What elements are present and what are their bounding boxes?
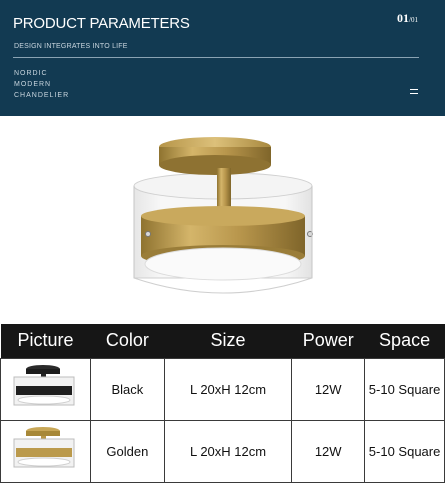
column-header-picture: Picture — [0, 324, 91, 358]
tag-modern: MODERN — [14, 81, 52, 88]
picture-cell — [0, 357, 91, 421]
picture-cell — [0, 419, 91, 483]
page-number: 01 — [397, 11, 409, 25]
menu-icon[interactable] — [410, 89, 418, 94]
color-cell: Black — [89, 357, 165, 421]
column-header-color: Color — [90, 324, 165, 358]
tag-nordic: NORDIC — [14, 70, 48, 77]
page-total: /01 — [409, 16, 418, 24]
power-cell: 12W — [291, 357, 366, 421]
specs-table: Picture Color Size Power Space Black L 2… — [0, 324, 445, 483]
color-cell: Golden — [89, 419, 165, 483]
page-subtitle: DESIGN INTEGRATES INTO LIFE — [14, 43, 128, 50]
parameters-header: PRODUCT PARAMETERS DESIGN INTEGRATES INT… — [0, 0, 445, 116]
black-lamp-thumbnail — [13, 364, 75, 405]
table-row: Golden L 20xH 12cm 12W 5-10 Square — [0, 419, 445, 483]
style-tags: NORDIC MODERN CHANDELIER — [14, 68, 69, 101]
page-indicator: 01/01 — [397, 11, 418, 26]
table-row: Black L 20xH 12cm 12W 5-10 Square — [0, 357, 445, 421]
size-cell: L 20xH 12cm — [163, 357, 293, 421]
space-cell: 5-10 Square — [364, 419, 445, 483]
page-title: PRODUCT PARAMETERS — [13, 15, 190, 32]
column-header-power: Power — [291, 324, 365, 358]
tag-chandelier: CHANDELIER — [14, 92, 70, 99]
header-divider — [13, 57, 419, 58]
power-cell: 12W — [291, 419, 366, 483]
space-cell: 5-10 Square — [364, 357, 445, 421]
column-header-space: Space — [364, 324, 445, 358]
product-image-golden-lamp — [133, 137, 313, 294]
table-header-row: Picture Color Size Power Space — [0, 324, 445, 358]
column-header-size: Size — [164, 324, 292, 358]
size-cell: L 20xH 12cm — [163, 419, 293, 483]
golden-lamp-thumbnail — [13, 426, 75, 467]
